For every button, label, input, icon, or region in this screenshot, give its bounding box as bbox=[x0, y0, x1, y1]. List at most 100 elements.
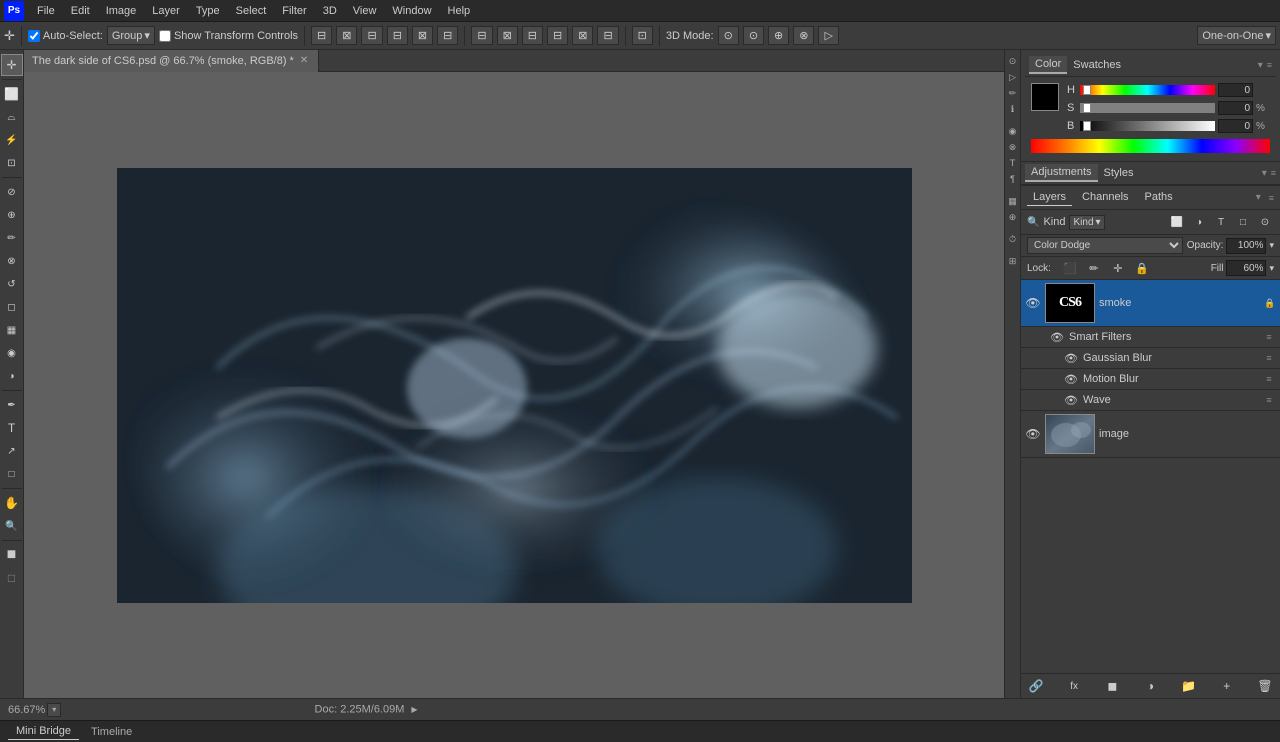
layers-tab[interactable]: Layers bbox=[1027, 189, 1072, 206]
menu-3d[interactable]: 3D bbox=[316, 3, 344, 19]
distribute-btn-3[interactable]: ⊟ bbox=[522, 26, 543, 45]
distribute-btn-4[interactable]: ⊟ bbox=[547, 26, 568, 45]
blur-tool[interactable]: ◉ bbox=[1, 342, 23, 364]
align-bottom-btn[interactable]: ⊟ bbox=[437, 26, 458, 45]
wave-options[interactable]: ≡ bbox=[1262, 393, 1276, 407]
align-right-btn[interactable]: ⊟ bbox=[361, 26, 382, 45]
3d-mode-btn-5[interactable]: ▷ bbox=[818, 26, 838, 45]
layer-image[interactable]: 👁 bbox=[1021, 411, 1280, 458]
filter-type-btn[interactable]: T bbox=[1212, 213, 1230, 231]
color-panel-menu[interactable]: ≡ bbox=[1267, 60, 1272, 70]
spot-heal-tool[interactable]: ⊕ bbox=[1, 204, 23, 226]
action-icon[interactable]: ▷ bbox=[1006, 70, 1020, 84]
motion-blur-vis[interactable]: 👁 bbox=[1063, 371, 1079, 387]
auto-select-dropdown[interactable]: Group ▾ bbox=[107, 26, 155, 45]
opacity-input[interactable]: 100% bbox=[1226, 238, 1266, 254]
adj-panel-collapse[interactable]: ▾ bbox=[1262, 168, 1267, 179]
adj-panel-menu[interactable]: ≡ bbox=[1271, 168, 1276, 178]
paths-tab[interactable]: Paths bbox=[1139, 189, 1179, 206]
3d-mode-btn-4[interactable]: ⊗ bbox=[793, 26, 814, 45]
fill-arrow[interactable]: ▾ bbox=[1269, 263, 1274, 274]
sublayer-motion-blur[interactable]: 👁 Motion Blur ≡ bbox=[1021, 369, 1280, 390]
text-tool[interactable]: T bbox=[1, 417, 23, 439]
shape-tool[interactable]: □ bbox=[1, 463, 23, 485]
styles-tab[interactable]: Styles bbox=[1098, 165, 1140, 181]
color-panel-collapse[interactable]: ▾ bbox=[1258, 60, 1263, 71]
3d-mode-btn-2[interactable]: ⊙ bbox=[743, 26, 764, 45]
smart-filters-options[interactable]: ≡ bbox=[1262, 330, 1276, 344]
kind-dropdown[interactable]: Kind▾ bbox=[1069, 215, 1104, 230]
arrange-btn[interactable]: ⊡ bbox=[632, 26, 653, 45]
link-layers-btn[interactable]: 🔗 bbox=[1027, 677, 1045, 695]
navigator-icon[interactable]: ⊕ bbox=[1006, 210, 1020, 224]
menu-edit[interactable]: Edit bbox=[64, 3, 97, 19]
sublayer-gaussian-blur[interactable]: 👁 Gaussian Blur ≡ bbox=[1021, 348, 1280, 369]
canvas-container[interactable] bbox=[24, 72, 1004, 698]
path-select-tool[interactable]: ↗ bbox=[1, 440, 23, 462]
distribute-btn-6[interactable]: ⊟ bbox=[597, 26, 618, 45]
align-left-btn[interactable]: ⊟ bbox=[311, 26, 332, 45]
gaussian-blur-options[interactable]: ≡ bbox=[1262, 351, 1276, 365]
move-tool[interactable]: ✛ bbox=[1, 54, 23, 76]
timeline-tab[interactable]: Timeline bbox=[83, 724, 140, 740]
view-mode-dropdown[interactable]: One-on-One ▾ bbox=[1197, 26, 1276, 45]
sublayer-smart-filters[interactable]: 👁 Smart Filters ≡ bbox=[1021, 327, 1280, 348]
filter-pixel-btn[interactable]: ⬜ bbox=[1168, 213, 1186, 231]
add-mask-btn[interactable]: ◼ bbox=[1103, 677, 1121, 695]
align-top-btn[interactable]: ⊟ bbox=[387, 26, 408, 45]
layers-panel-menu[interactable]: ≡ bbox=[1269, 193, 1274, 203]
3d-mode-btn-3[interactable]: ⊕ bbox=[768, 26, 789, 45]
sublayer-wave[interactable]: 👁 Wave ≡ bbox=[1021, 390, 1280, 411]
hand-tool[interactable]: ✋ bbox=[1, 492, 23, 514]
info-icon[interactable]: ℹ bbox=[1006, 102, 1020, 116]
blend-mode-select[interactable]: Color Dodge Normal Multiply Screen bbox=[1027, 237, 1183, 254]
h-slider[interactable] bbox=[1080, 85, 1215, 95]
document-tab[interactable]: The dark side of CS6.psd @ 66.7% (smoke,… bbox=[24, 50, 319, 72]
s-slider[interactable] bbox=[1080, 103, 1215, 113]
char-icon[interactable]: T bbox=[1006, 156, 1020, 170]
menu-help[interactable]: Help bbox=[441, 3, 478, 19]
align-center-h-btn[interactable]: ⊠ bbox=[336, 26, 357, 45]
show-transform-checkbox[interactable]: Show Transform Controls bbox=[159, 30, 298, 42]
layer-smoke[interactable]: 👁 CS6 smoke 🔒 bbox=[1021, 280, 1280, 327]
image-visibility-toggle[interactable]: 👁 bbox=[1025, 426, 1041, 442]
lock-paint-btn[interactable]: ✏ bbox=[1085, 259, 1103, 277]
b-slider[interactable] bbox=[1080, 121, 1215, 131]
foreground-color[interactable]: ■ bbox=[1, 544, 23, 566]
new-layer-btn[interactable]: + bbox=[1218, 677, 1236, 695]
menu-file[interactable]: File bbox=[30, 3, 62, 19]
eraser-tool[interactable]: ◻ bbox=[1, 296, 23, 318]
menu-filter[interactable]: Filter bbox=[275, 3, 313, 19]
doc-info-arrow[interactable]: ▶ bbox=[407, 703, 421, 717]
add-adjustment-btn[interactable]: ◑ bbox=[1141, 677, 1159, 695]
opacity-arrow[interactable]: ▾ bbox=[1269, 240, 1274, 251]
smart-filters-vis[interactable]: 👁 bbox=[1049, 329, 1065, 345]
history-icon[interactable]: ⊙ bbox=[1006, 54, 1020, 68]
filter-smart-btn[interactable]: ⊙ bbox=[1256, 213, 1274, 231]
lock-position-btn[interactable]: ✛ bbox=[1109, 259, 1127, 277]
add-group-btn[interactable]: 📁 bbox=[1180, 677, 1198, 695]
adjustments-tab[interactable]: Adjustments bbox=[1025, 164, 1098, 182]
h-value-input[interactable]: 0 bbox=[1218, 83, 1253, 97]
lock-all-btn[interactable]: 🔒 bbox=[1133, 259, 1151, 277]
menu-layer[interactable]: Layer bbox=[145, 3, 187, 19]
quick-select-tool[interactable]: ⚡ bbox=[1, 129, 23, 151]
clone-source-icon[interactable]: ⊗ bbox=[1006, 140, 1020, 154]
timeline-icon[interactable]: ⏱ bbox=[1006, 232, 1020, 246]
wave-vis[interactable]: 👁 bbox=[1063, 392, 1079, 408]
tool-preset-icon[interactable]: ✏ bbox=[1006, 86, 1020, 100]
align-center-v-btn[interactable]: ⊠ bbox=[412, 26, 433, 45]
zoom-tool[interactable]: 🔍 bbox=[1, 515, 23, 537]
3d-mode-btn-1[interactable]: ⊙ bbox=[718, 26, 739, 45]
add-style-btn[interactable]: fx bbox=[1065, 677, 1083, 695]
zoom-expand-btn[interactable]: ▾ bbox=[47, 703, 61, 717]
menu-view[interactable]: View bbox=[346, 3, 384, 19]
color-tab[interactable]: Color bbox=[1029, 56, 1067, 74]
history-brush-tool[interactable]: ↺ bbox=[1, 273, 23, 295]
crop-tool[interactable]: ⊡ bbox=[1, 152, 23, 174]
color-spectrum[interactable] bbox=[1031, 139, 1270, 153]
eyedropper-tool[interactable]: ⊘ bbox=[1, 181, 23, 203]
pen-tool[interactable]: ✒ bbox=[1, 394, 23, 416]
histogram-icon[interactable]: ▦ bbox=[1006, 194, 1020, 208]
filter-adj-btn[interactable]: ◑ bbox=[1190, 213, 1208, 231]
